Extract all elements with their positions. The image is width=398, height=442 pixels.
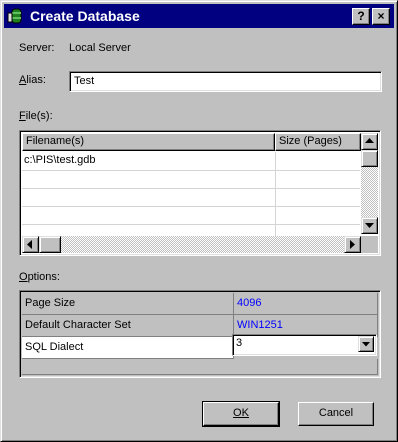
server-value: Local Server <box>69 42 131 54</box>
server-label: Server: <box>19 42 55 54</box>
scroll-down-button[interactable] <box>361 217 378 234</box>
create-database-dialog: Create Database ? × Server: Local Server… <box>0 0 398 442</box>
option-name-page-size: Page Size <box>22 293 234 315</box>
arrow-right-icon <box>350 240 355 249</box>
grid-line <box>275 152 276 238</box>
horizontal-scroll-track[interactable] <box>61 236 344 253</box>
options-empty-row <box>22 359 378 375</box>
table-row[interactable]: c:\PIS\test.gdb <box>22 152 360 170</box>
scroll-left-button[interactable] <box>22 236 39 253</box>
grid-line <box>22 206 360 207</box>
scroll-corner <box>361 236 378 253</box>
arrow-up-icon <box>365 138 374 143</box>
alias-label: Alias: <box>19 74 46 86</box>
sql-dialect-select[interactable]: 3 <box>232 334 377 356</box>
vertical-scroll-track[interactable] <box>361 167 378 217</box>
alias-input[interactable]: Test <box>69 71 382 92</box>
grid-line <box>22 224 360 225</box>
cancel-button[interactable]: Cancel <box>298 402 374 426</box>
window-title: Create Database <box>30 8 140 24</box>
ok-button-label: OK <box>233 407 249 419</box>
help-button[interactable]: ? <box>352 8 370 25</box>
column-header-filename[interactable]: Filename(s) <box>22 133 275 151</box>
grid-line <box>22 170 360 171</box>
title-bar[interactable]: Create Database ? × <box>4 4 394 28</box>
close-button[interactable]: × <box>372 8 390 25</box>
size-cell <box>275 152 360 170</box>
grid-line <box>22 188 360 189</box>
ok-button[interactable]: OK <box>202 401 280 427</box>
column-header-size[interactable]: Size (Pages) <box>275 133 361 151</box>
chevron-down-icon <box>362 342 370 347</box>
option-name-character-set: Default Character Set <box>22 315 234 337</box>
options-label: Options: <box>19 271 60 283</box>
option-name-sql-dialect: SQL Dialect <box>22 337 234 359</box>
horizontal-scroll-thumb[interactable] <box>39 236 61 253</box>
scroll-right-button[interactable] <box>344 236 361 253</box>
database-icon <box>7 8 22 24</box>
sql-dialect-value: 3 <box>236 337 243 349</box>
filename-cell: c:\PIS\test.gdb <box>24 154 96 166</box>
scroll-up-button[interactable] <box>361 133 378 150</box>
dropdown-button[interactable] <box>358 336 374 352</box>
files-label: File(s): <box>19 110 53 122</box>
cancel-button-label: Cancel <box>318 407 354 419</box>
arrow-left-icon <box>27 240 32 249</box>
files-list[interactable]: Filename(s) Size (Pages) c:\PIS\test.gdb <box>19 130 381 256</box>
arrow-down-icon <box>365 223 374 228</box>
vertical-scroll-thumb[interactable] <box>361 150 378 167</box>
option-value-page-size[interactable]: 4096 <box>234 293 378 315</box>
